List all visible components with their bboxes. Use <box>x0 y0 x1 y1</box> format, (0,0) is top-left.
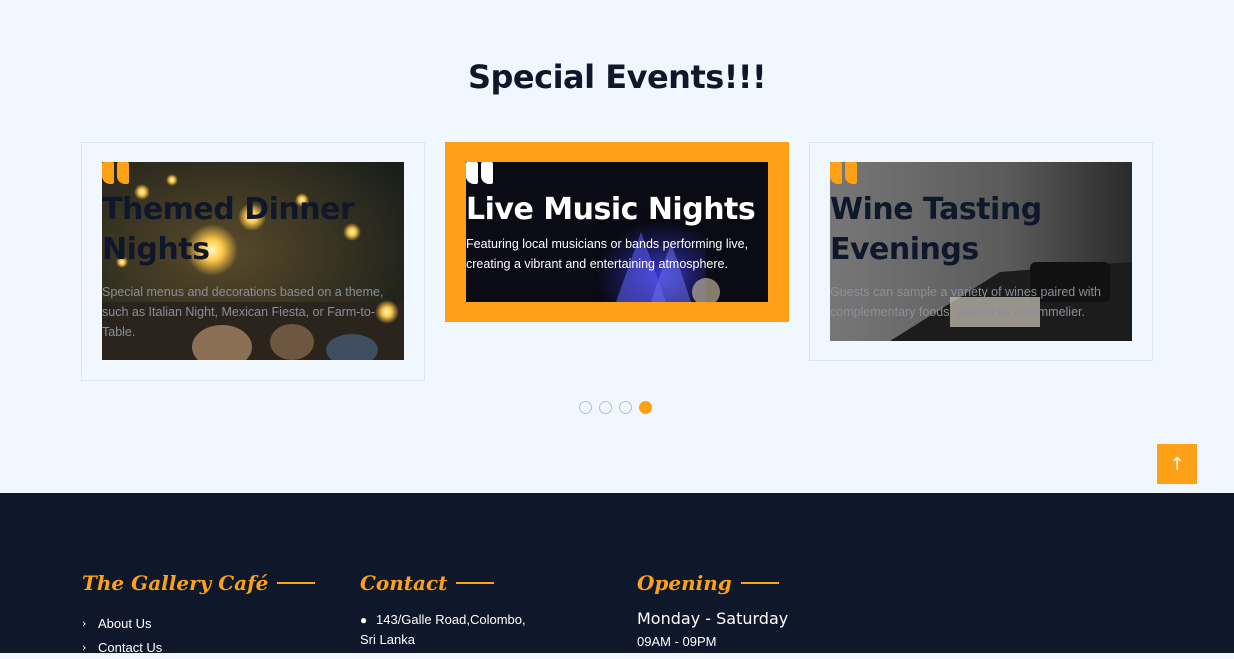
footer-brand-heading: The Gallery Café <box>82 571 269 595</box>
section-title: Special Events!!! <box>467 58 767 96</box>
back-to-top-button[interactable]: ↑ <box>1157 444 1197 484</box>
footer-contact-column: Contact ● 143/Galle Road,Colombo, Sri Lan… <box>360 571 526 650</box>
event-card-content: Live Music Nights Featuring local musici… <box>466 162 768 274</box>
event-card-description: Special menus and decorations based on a… <box>102 285 384 339</box>
footer-contact-heading: Contact <box>360 571 448 595</box>
event-card-title: Wine Tasting Evenings <box>830 192 1042 267</box>
chevron-right-icon: › <box>82 640 87 654</box>
opening-days: Monday - Saturday <box>637 609 789 628</box>
event-card-title: Themed Dinner Nights <box>102 192 355 267</box>
heading-divider <box>740 582 779 584</box>
footer-heading: The Gallery Café <box>82 571 316 595</box>
quote-icon <box>830 162 858 184</box>
carousel-dot-active[interactable] <box>639 401 652 414</box>
event-card-image: Live Music Nights Featuring local musici… <box>466 162 768 302</box>
event-card-description: Guests can sample a variety of wines pai… <box>830 285 1101 319</box>
footer-heading: Opening <box>637 571 788 595</box>
quote-icon <box>466 162 494 184</box>
quote-icon <box>102 162 130 184</box>
footer-links: › About Us › Contact Us <box>82 611 315 659</box>
event-card-content: Themed Dinner Nights Special menus and d… <box>102 162 404 342</box>
map-marker-icon: ● <box>360 613 368 627</box>
footer-link-contact[interactable]: › Contact Us <box>82 635 315 659</box>
special-events-section: Special Events!!! Themed Dinner Nights S… <box>0 0 1234 493</box>
opening-hours: 09AM - 09PM <box>637 634 717 649</box>
carousel-dot[interactable] <box>599 401 612 414</box>
arrow-up-icon: ↑ <box>1169 453 1185 475</box>
heading-divider <box>277 582 316 584</box>
footer-opening-column: Opening Monday - Saturday 09AM - 09PM <box>637 571 788 649</box>
heading-divider <box>456 582 495 584</box>
carousel-dot[interactable] <box>579 401 592 414</box>
footer: The Gallery Café › About Us › Contact Us C… <box>0 493 1234 655</box>
carousel-dots <box>579 401 652 414</box>
event-card-themed-dinner[interactable]: Themed Dinner Nights Special menus and d… <box>81 142 425 381</box>
footer-about-column: The Gallery Café › About Us › Contact Us <box>82 571 316 659</box>
event-card-description: Featuring local musicians or bands perfo… <box>466 237 749 271</box>
event-card-image: Themed Dinner Nights Special menus and d… <box>102 162 404 360</box>
chevron-right-icon: › <box>82 616 87 630</box>
event-card-image: Wine Tasting Evenings Guests can sample … <box>830 162 1132 341</box>
event-card-content: Wine Tasting Evenings Guests can sample … <box>830 162 1132 322</box>
footer-opening-heading: Opening <box>637 571 732 595</box>
footer-address: ● 143/Galle Road,Colombo, Sri Lanka <box>360 612 526 647</box>
event-card-title: Live Music Nights <box>466 192 756 227</box>
carousel-dot[interactable] <box>619 401 632 414</box>
footer-heading: Contact <box>360 571 526 595</box>
event-card-live-music[interactable]: Live Music Nights Featuring local musici… <box>445 142 789 322</box>
footer-link-about[interactable]: › About Us <box>82 611 315 635</box>
event-card-wine-tasting[interactable]: Wine Tasting Evenings Guests can sample … <box>809 142 1153 361</box>
